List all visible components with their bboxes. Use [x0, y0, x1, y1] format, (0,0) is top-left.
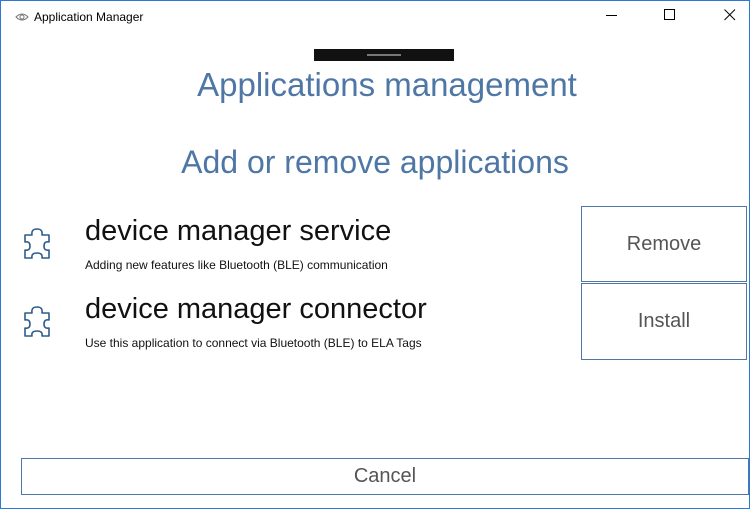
- close-icon: [724, 8, 736, 26]
- minimize-button[interactable]: [589, 1, 635, 33]
- install-button[interactable]: Install: [581, 283, 747, 360]
- remove-button[interactable]: Remove: [581, 206, 747, 282]
- page-title: Applications management: [197, 66, 577, 103]
- drag-handle[interactable]: [314, 49, 454, 61]
- application-item-connector[interactable]: device manager connector Use this applic…: [21, 291, 561, 355]
- minimize-icon: [606, 8, 618, 26]
- eye-logo-icon: [15, 10, 29, 24]
- puzzle-icon: [21, 304, 53, 340]
- maximize-icon: [664, 8, 676, 26]
- application-description: Adding new features like Bluetooth (BLE)…: [85, 258, 388, 272]
- page-subtitle: Add or remove applications: [181, 144, 569, 180]
- puzzle-icon: [21, 226, 53, 262]
- application-name: device manager service: [85, 215, 392, 247]
- window-title: Application Manager: [34, 10, 144, 24]
- cancel-button[interactable]: Cancel: [21, 458, 749, 495]
- maximize-button[interactable]: [647, 1, 693, 33]
- title-bar[interactable]: Application Manager: [1, 1, 749, 33]
- application-name: device manager connector: [85, 293, 427, 325]
- application-item-service[interactable]: device manager service Adding new featur…: [21, 213, 561, 277]
- application-manager-window: Application Manager Applications managem…: [0, 0, 750, 509]
- close-button[interactable]: [707, 1, 750, 33]
- application-description: Use this application to connect via Blue…: [85, 336, 422, 350]
